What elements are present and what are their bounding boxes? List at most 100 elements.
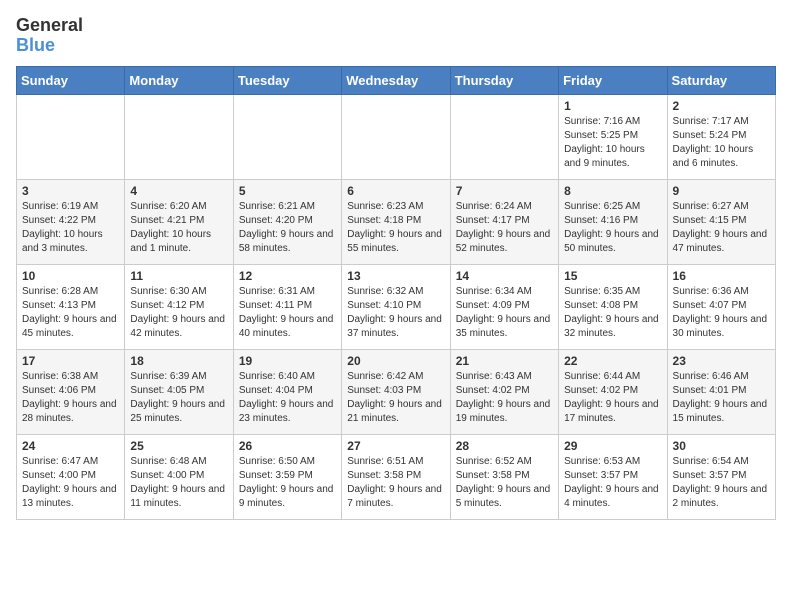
day-cell: 27 Sunrise: 6:51 AMSunset: 3:58 PMDayligh… bbox=[342, 434, 450, 519]
day-info: Sunrise: 6:20 AMSunset: 4:21 PMDaylight:… bbox=[130, 200, 227, 256]
day-info: Sunrise: 6:40 AMSunset: 4:04 PMDaylight:… bbox=[239, 370, 336, 426]
day-number: 19 bbox=[239, 354, 336, 368]
calendar-body: 1Sunrise: 7:16 AMSunset: 5:25 PMDaylight… bbox=[17, 94, 776, 519]
day-number: 6 bbox=[347, 184, 444, 198]
day-number: 22 bbox=[564, 354, 661, 368]
day-info: Sunrise: 6:24 AMSunset: 4:17 PMDaylight:… bbox=[456, 200, 553, 256]
day-number: 12 bbox=[239, 269, 336, 283]
week-row-2: 3 Sunrise: 6:19 AMSunset: 4:22 PMDaylight… bbox=[17, 179, 776, 264]
day-number: 1 bbox=[564, 99, 661, 113]
day-cell bbox=[450, 94, 558, 179]
day-number: 15 bbox=[564, 269, 661, 283]
week-row-4: 17 Sunrise: 6:38 AMSunset: 4:06 PMDayligh… bbox=[17, 349, 776, 434]
day-number: 18 bbox=[130, 354, 227, 368]
day-info: Sunrise: 6:28 AMSunset: 4:13 PMDaylight:… bbox=[22, 285, 119, 341]
day-cell: 21Sunrise: 6:43 AMSunset: 4:02 PMDayligh… bbox=[450, 349, 558, 434]
day-number: 16 bbox=[673, 269, 770, 283]
day-info: Sunrise: 6:35 AMSunset: 4:08 PMDaylight:… bbox=[564, 285, 661, 341]
week-row-5: 24 Sunrise: 6:47 AMSunset: 4:00 PMDayligh… bbox=[17, 434, 776, 519]
day-cell: 2 Sunrise: 7:17 AMSunset: 5:24 PMDaylight… bbox=[667, 94, 775, 179]
day-number: 3 bbox=[22, 184, 119, 198]
day-info: Sunrise: 6:50 AMSunset: 3:59 PMDaylight:… bbox=[239, 455, 336, 511]
logo: General Blue General Blue bbox=[16, 16, 83, 56]
day-number: 14 bbox=[456, 269, 553, 283]
day-info: Sunrise: 6:27 AMSunset: 4:15 PMDaylight:… bbox=[673, 200, 770, 256]
header-wednesday: Wednesday bbox=[342, 66, 450, 94]
day-cell bbox=[17, 94, 125, 179]
day-cell: 20Sunrise: 6:42 AMSunset: 4:03 PMDayligh… bbox=[342, 349, 450, 434]
day-number: 9 bbox=[673, 184, 770, 198]
header-saturday: Saturday bbox=[667, 66, 775, 94]
day-info: Sunrise: 6:23 AMSunset: 4:18 PMDaylight:… bbox=[347, 200, 444, 256]
page-header: General Blue General Blue bbox=[16, 16, 776, 56]
day-info: Sunrise: 6:44 AMSunset: 4:02 PMDaylight:… bbox=[564, 370, 661, 426]
day-number: 5 bbox=[239, 184, 336, 198]
day-number: 11 bbox=[130, 269, 227, 283]
header-thursday: Thursday bbox=[450, 66, 558, 94]
day-cell bbox=[125, 94, 233, 179]
day-cell: 24 Sunrise: 6:47 AMSunset: 4:00 PMDayligh… bbox=[17, 434, 125, 519]
day-number: 23 bbox=[673, 354, 770, 368]
day-number: 10 bbox=[22, 269, 119, 283]
day-number: 2 bbox=[673, 99, 770, 113]
day-cell: 7Sunrise: 6:24 AMSunset: 4:17 PMDaylight… bbox=[450, 179, 558, 264]
day-cell: 14 Sunrise: 6:34 AMSunset: 4:09 PMDayligh… bbox=[450, 264, 558, 349]
day-info: Sunrise: 6:53 AMSunset: 3:57 PMDaylight:… bbox=[564, 455, 661, 511]
day-number: 4 bbox=[130, 184, 227, 198]
day-number: 28 bbox=[456, 439, 553, 453]
day-info: Sunrise: 6:19 AMSunset: 4:22 PMDaylight:… bbox=[22, 200, 119, 256]
day-info: Sunrise: 6:36 AMSunset: 4:07 PMDaylight:… bbox=[673, 285, 770, 341]
day-cell bbox=[233, 94, 341, 179]
week-row-1: 1Sunrise: 7:16 AMSunset: 5:25 PMDaylight… bbox=[17, 94, 776, 179]
day-cell: 28 Sunrise: 6:52 AMSunset: 3:58 PMDayligh… bbox=[450, 434, 558, 519]
day-cell: 10 Sunrise: 6:28 AMSunset: 4:13 PMDayligh… bbox=[17, 264, 125, 349]
header-row: SundayMondayTuesdayWednesdayThursdayFrid… bbox=[17, 66, 776, 94]
day-number: 26 bbox=[239, 439, 336, 453]
day-info: Sunrise: 6:30 AMSunset: 4:12 PMDaylight:… bbox=[130, 285, 227, 341]
day-info: Sunrise: 6:38 AMSunset: 4:06 PMDaylight:… bbox=[22, 370, 119, 426]
day-cell: 26 Sunrise: 6:50 AMSunset: 3:59 PMDayligh… bbox=[233, 434, 341, 519]
day-cell bbox=[342, 94, 450, 179]
header-sunday: Sunday bbox=[17, 66, 125, 94]
day-number: 24 bbox=[22, 439, 119, 453]
day-number: 29 bbox=[564, 439, 661, 453]
day-info: Sunrise: 7:17 AMSunset: 5:24 PMDaylight:… bbox=[673, 115, 770, 171]
day-number: 17 bbox=[22, 354, 119, 368]
day-number: 21 bbox=[456, 354, 553, 368]
day-cell: 17 Sunrise: 6:38 AMSunset: 4:06 PMDayligh… bbox=[17, 349, 125, 434]
day-number: 20 bbox=[347, 354, 444, 368]
logo-text: General Blue bbox=[16, 16, 83, 56]
day-cell: 23Sunrise: 6:46 AMSunset: 4:01 PMDayligh… bbox=[667, 349, 775, 434]
header-tuesday: Tuesday bbox=[233, 66, 341, 94]
day-cell: 8Sunrise: 6:25 AMSunset: 4:16 PMDaylight… bbox=[559, 179, 667, 264]
day-info: Sunrise: 6:48 AMSunset: 4:00 PMDaylight:… bbox=[130, 455, 227, 511]
day-info: Sunrise: 6:39 AMSunset: 4:05 PMDaylight:… bbox=[130, 370, 227, 426]
day-cell: 15 Sunrise: 6:35 AMSunset: 4:08 PMDayligh… bbox=[559, 264, 667, 349]
header-monday: Monday bbox=[125, 66, 233, 94]
day-number: 30 bbox=[673, 439, 770, 453]
day-cell: 12Sunrise: 6:31 AMSunset: 4:11 PMDayligh… bbox=[233, 264, 341, 349]
day-cell: 30 Sunrise: 6:54 AMSunset: 3:57 PMDayligh… bbox=[667, 434, 775, 519]
day-info: Sunrise: 6:52 AMSunset: 3:58 PMDaylight:… bbox=[456, 455, 553, 511]
day-cell: 19 Sunrise: 6:40 AMSunset: 4:04 PMDayligh… bbox=[233, 349, 341, 434]
day-info: Sunrise: 6:47 AMSunset: 4:00 PMDaylight:… bbox=[22, 455, 119, 511]
day-info: Sunrise: 6:51 AMSunset: 3:58 PMDaylight:… bbox=[347, 455, 444, 511]
day-cell: 5 Sunrise: 6:21 AMSunset: 4:20 PMDaylight… bbox=[233, 179, 341, 264]
day-info: Sunrise: 6:32 AMSunset: 4:10 PMDaylight:… bbox=[347, 285, 444, 341]
day-number: 27 bbox=[347, 439, 444, 453]
day-info: Sunrise: 6:54 AMSunset: 3:57 PMDaylight:… bbox=[673, 455, 770, 511]
day-info: Sunrise: 6:21 AMSunset: 4:20 PMDaylight:… bbox=[239, 200, 336, 256]
day-info: Sunrise: 6:25 AMSunset: 4:16 PMDaylight:… bbox=[564, 200, 661, 256]
day-info: Sunrise: 6:34 AMSunset: 4:09 PMDaylight:… bbox=[456, 285, 553, 341]
day-cell: 4 Sunrise: 6:20 AMSunset: 4:21 PMDaylight… bbox=[125, 179, 233, 264]
day-cell: 18 Sunrise: 6:39 AMSunset: 4:05 PMDayligh… bbox=[125, 349, 233, 434]
day-cell: 16 Sunrise: 6:36 AMSunset: 4:07 PMDayligh… bbox=[667, 264, 775, 349]
week-row-3: 10 Sunrise: 6:28 AMSunset: 4:13 PMDayligh… bbox=[17, 264, 776, 349]
header-friday: Friday bbox=[559, 66, 667, 94]
day-cell: 6 Sunrise: 6:23 AMSunset: 4:18 PMDaylight… bbox=[342, 179, 450, 264]
calendar-table: SundayMondayTuesdayWednesdayThursdayFrid… bbox=[16, 66, 776, 520]
day-cell: 22 Sunrise: 6:44 AMSunset: 4:02 PMDayligh… bbox=[559, 349, 667, 434]
calendar-header: SundayMondayTuesdayWednesdayThursdayFrid… bbox=[17, 66, 776, 94]
day-cell: 3 Sunrise: 6:19 AMSunset: 4:22 PMDaylight… bbox=[17, 179, 125, 264]
day-cell: 9 Sunrise: 6:27 AMSunset: 4:15 PMDaylight… bbox=[667, 179, 775, 264]
